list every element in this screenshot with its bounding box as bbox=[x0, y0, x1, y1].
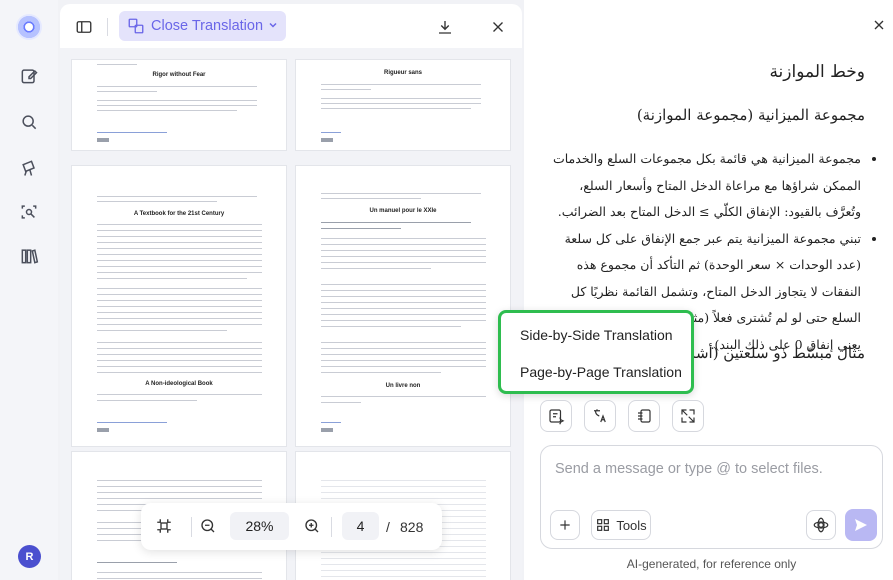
sidebar-toggle-icon[interactable] bbox=[72, 15, 96, 39]
page-thumbnail-translated-1[interactable]: Rigueur sans bbox=[296, 60, 510, 150]
translate-icon bbox=[128, 18, 144, 34]
presentation-icon[interactable] bbox=[17, 156, 41, 180]
document-panel: Close Translation Rigor without Fear Rig… bbox=[60, 4, 522, 580]
tools-label: Tools bbox=[616, 517, 647, 533]
fit-page-icon[interactable] bbox=[155, 517, 173, 535]
zoom-divider bbox=[331, 517, 332, 537]
page-thumbnail-original-2[interactable]: A Textbook for the 21st Century A Non-id… bbox=[72, 166, 286, 446]
zoom-out-icon[interactable] bbox=[199, 517, 217, 535]
page-thumbnail-grid[interactable]: Rigor without Fear Rigueur sans A Textbo… bbox=[60, 48, 522, 580]
edit-icon[interactable] bbox=[17, 64, 41, 88]
app-window: R Close Translation Rigor without Fear R… bbox=[0, 0, 893, 580]
translation-subheading: مجموعة الميزانية (مجموعة الموازنة) bbox=[636, 106, 865, 124]
close-icon[interactable] bbox=[871, 17, 887, 33]
list-item: مجموعة الميزانية هي قائمة بكل مجموعات ال… bbox=[545, 146, 861, 226]
search-icon[interactable] bbox=[17, 110, 41, 134]
translate-tool-icon[interactable] bbox=[584, 400, 616, 432]
send-icon bbox=[855, 519, 867, 531]
rewrite-icon[interactable] bbox=[672, 400, 704, 432]
summarize-icon[interactable] bbox=[540, 400, 572, 432]
app-logo-icon[interactable] bbox=[16, 14, 42, 40]
ai-model-button[interactable] bbox=[806, 510, 836, 540]
download-icon[interactable] bbox=[433, 15, 457, 39]
thumbnail-title: Rigueur sans bbox=[383, 70, 422, 76]
tools-button[interactable]: Tools bbox=[591, 510, 651, 540]
library-icon[interactable] bbox=[17, 244, 41, 268]
page-current-value: 4 bbox=[356, 518, 365, 534]
close-translation-label: Close Translation bbox=[151, 18, 264, 34]
close-icon[interactable] bbox=[486, 15, 510, 39]
document-toolbar: Close Translation bbox=[60, 4, 522, 48]
zoom-level-value: 28% bbox=[245, 518, 274, 534]
page-total: 828 bbox=[400, 519, 424, 535]
page-thumbnail-original-1[interactable]: Rigor without Fear bbox=[72, 60, 286, 150]
thumbnail-subtitle: A Non-ideological Book bbox=[145, 381, 213, 387]
menu-item-page-by-page[interactable]: Page-by-Page Translation bbox=[520, 364, 682, 380]
zoom-level-field[interactable]: 28% bbox=[230, 512, 289, 540]
chat-input[interactable] bbox=[555, 461, 855, 477]
zoom-toolbar: 28% 4 / 828 bbox=[141, 503, 442, 550]
toolbar-divider bbox=[107, 18, 108, 36]
translation-heading: وخط الموازنة bbox=[769, 62, 865, 82]
chat-composer: Tools bbox=[540, 445, 883, 549]
send-button[interactable] bbox=[845, 509, 877, 541]
avatar-initial: R bbox=[25, 550, 34, 563]
add-attachment-button[interactable] bbox=[550, 510, 580, 540]
ai-disclaimer: AI-generated, for reference only bbox=[626, 557, 797, 571]
explain-icon[interactable] bbox=[628, 400, 660, 432]
close-translation-button[interactable]: Close Translation bbox=[119, 11, 286, 41]
chevron-down-icon[interactable] bbox=[268, 20, 278, 30]
translation-mode-menu: Side-by-Side Translation Page-by-Page Tr… bbox=[498, 310, 694, 394]
thumbnail-title: Un manuel pour le XXIe bbox=[369, 208, 437, 214]
ai-model-icon bbox=[813, 517, 829, 533]
page-number-input[interactable]: 4 bbox=[342, 512, 379, 540]
zoom-in-icon[interactable] bbox=[303, 517, 321, 535]
user-avatar[interactable]: R bbox=[18, 545, 41, 568]
thumbnail-title: Rigor without Fear bbox=[152, 72, 206, 78]
page-separator: / bbox=[386, 519, 390, 535]
thumbnail-title: A Textbook for the 21st Century bbox=[133, 211, 225, 217]
menu-item-side-by-side[interactable]: Side-by-Side Translation bbox=[520, 327, 673, 343]
page-thumbnail-translated-2[interactable]: Un manuel pour le XXIe Un livre non bbox=[296, 166, 510, 446]
tools-grid-icon bbox=[597, 519, 610, 531]
plus-icon bbox=[560, 520, 570, 530]
scan-icon[interactable] bbox=[17, 200, 41, 224]
zoom-divider bbox=[191, 517, 192, 537]
thumbnail-subtitle: Un livre non bbox=[385, 383, 421, 389]
left-rail: R bbox=[0, 0, 58, 580]
